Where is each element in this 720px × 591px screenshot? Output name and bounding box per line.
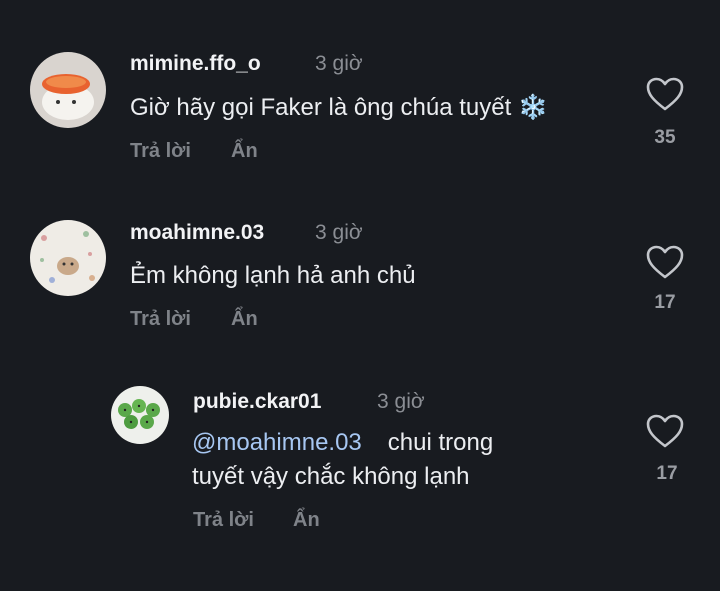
like-button[interactable] [645,413,685,449]
comment-text: @moahimne.03 chui trong [192,426,493,460]
reply-item: pubie.ckar01 3 giờ @moahimne.03 chui tron… [0,0,720,560]
comment-text-line2: tuyết vậy chắc không lạnh [192,463,470,490]
mention-link[interactable]: @moahimne.03 [192,429,362,456]
avatar[interactable] [111,386,169,444]
heart-outline-icon [646,414,684,448]
reply-button[interactable]: Trả lời [193,509,254,532]
comment-body-line1: chui trong [387,429,494,456]
username[interactable]: pubie.ckar01 [193,390,321,414]
like-count: 17 [656,463,678,484]
hide-button[interactable]: Ẩn [293,509,320,532]
timestamp: 3 giờ [377,390,425,413]
